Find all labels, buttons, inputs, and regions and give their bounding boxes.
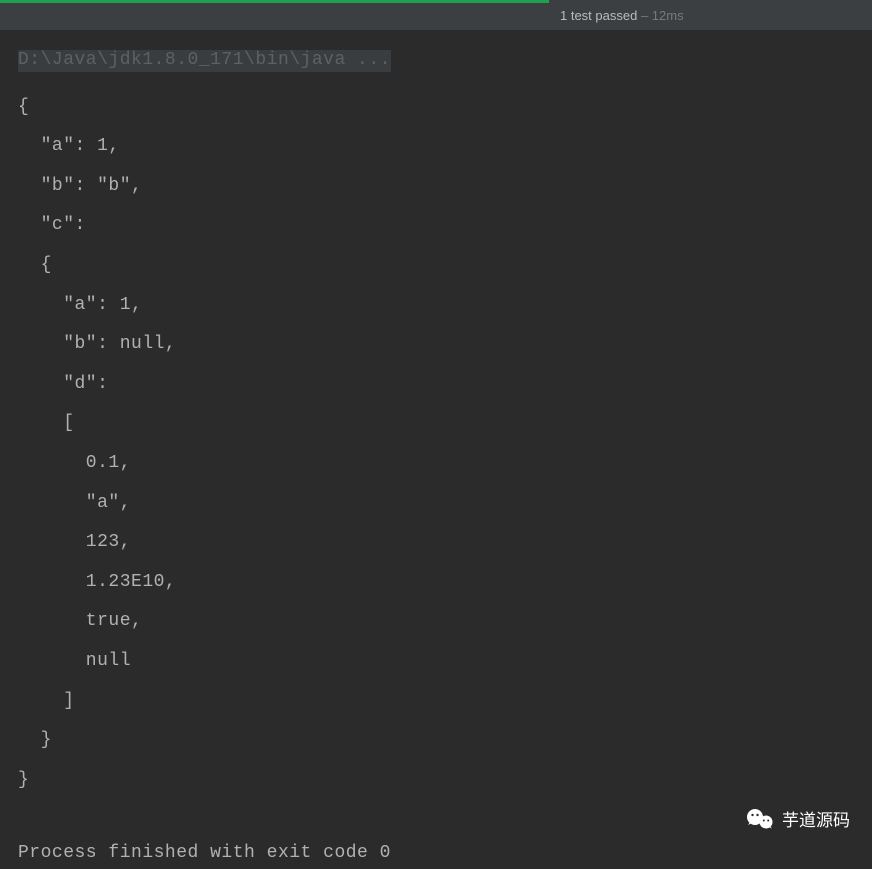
console-output[interactable]: D:\Java\jdk1.8.0_171\bin\java ... { "a":… <box>0 30 872 869</box>
process-exit-line: Process finished with exit code 0 <box>18 838 872 869</box>
java-command-line: D:\Java\jdk1.8.0_171\bin\java ... <box>18 50 391 72</box>
watermark: 芋道源码 <box>746 806 850 831</box>
test-result-text: 1 test passed <box>560 8 637 23</box>
wechat-icon <box>746 807 774 831</box>
json-output-text: { "a": 1, "b": "b", "c": { "a": 1, "b": … <box>18 88 872 801</box>
watermark-text: 芋道源码 <box>782 806 850 831</box>
test-status-area: 1 test passed – 12ms <box>560 8 684 23</box>
test-progress-bar <box>0 0 549 3</box>
test-time-text: – 12ms <box>637 8 683 23</box>
test-status-header: 1 test passed – 12ms <box>0 0 872 30</box>
